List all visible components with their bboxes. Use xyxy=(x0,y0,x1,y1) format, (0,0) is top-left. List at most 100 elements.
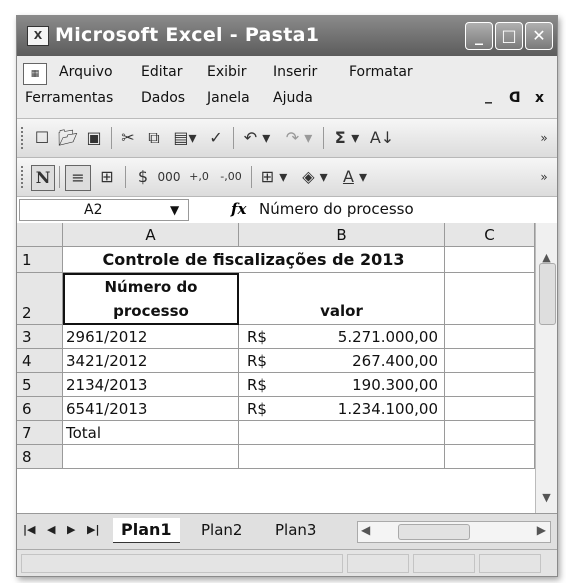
document-icon[interactable]: ▦ xyxy=(23,63,47,85)
fx-icon[interactable]: fx xyxy=(231,200,246,218)
row-header[interactable]: 7 xyxy=(17,421,63,445)
toolbar-options-icon[interactable]: » xyxy=(537,165,551,189)
cell[interactable] xyxy=(239,445,445,469)
total-label-cell[interactable]: Total xyxy=(63,421,239,445)
cell[interactable] xyxy=(445,247,535,273)
save-icon[interactable]: ▣ xyxy=(83,126,105,150)
currency-label: R$ xyxy=(247,400,267,418)
tab-plan1[interactable]: Plan1 xyxy=(113,518,180,543)
status-segment xyxy=(21,554,343,573)
menu-arquivo[interactable]: Arquivo xyxy=(59,64,113,80)
doc-close-button[interactable]: x xyxy=(535,90,544,106)
bold-icon[interactable]: N xyxy=(31,165,55,191)
fill-color-icon[interactable]: ◈ ▾ xyxy=(297,165,333,189)
name-box[interactable]: A2 ▼ xyxy=(19,199,189,221)
cell[interactable] xyxy=(445,373,535,397)
select-all-corner[interactable] xyxy=(17,223,63,247)
scroll-left-icon[interactable]: ◀ xyxy=(361,523,370,537)
row-header[interactable]: 2 xyxy=(17,273,63,325)
column-header-c[interactable]: C xyxy=(445,223,535,247)
close-icon[interactable]: ✕ xyxy=(525,22,553,50)
scroll-thumb[interactable] xyxy=(539,263,556,325)
formula-content[interactable]: Número do processo xyxy=(259,200,414,218)
autosum-icon[interactable]: Σ ▾ xyxy=(329,126,365,150)
align-center-icon[interactable]: ≡ xyxy=(65,165,91,191)
toolbar-grip[interactable] xyxy=(21,127,26,149)
selected-cell-a2[interactable]: Número do processo xyxy=(63,273,239,325)
merge-center-icon[interactable]: ⊞ xyxy=(95,165,119,189)
cell[interactable] xyxy=(445,397,535,421)
last-sheet-icon[interactable]: ▶| xyxy=(87,523,99,536)
horizontal-scrollbar[interactable]: ◀ ▶ xyxy=(357,521,551,543)
cell[interactable] xyxy=(445,273,535,325)
increase-decimal-icon[interactable]: +,0 xyxy=(185,165,213,189)
processo-cell[interactable]: 2134/2013 xyxy=(63,373,239,397)
valor-cell[interactable]: R$ 5.271.000,00 xyxy=(239,325,445,349)
cell[interactable] xyxy=(445,349,535,373)
column-header-b[interactable]: B xyxy=(239,223,445,247)
row-header[interactable]: 1 xyxy=(17,247,63,273)
new-icon[interactable]: ☐ xyxy=(31,126,53,150)
vertical-scrollbar[interactable]: ▲ ▼ xyxy=(535,223,557,513)
menu-inserir[interactable]: Inserir xyxy=(273,64,317,80)
hscroll-thumb[interactable] xyxy=(398,524,470,540)
menu-editar[interactable]: Editar xyxy=(141,64,182,80)
first-sheet-icon[interactable]: |◀ xyxy=(23,523,35,536)
scroll-down-icon[interactable]: ▼ xyxy=(538,489,555,506)
excel-icon[interactable]: X xyxy=(27,26,49,46)
font-color-icon[interactable]: A ▾ xyxy=(337,165,373,189)
menu-ajuda[interactable]: Ajuda xyxy=(273,90,313,106)
format-painter-icon[interactable]: ✓ xyxy=(205,126,227,150)
valor-amount: 190.300,00 xyxy=(352,376,438,394)
undo-icon[interactable]: ↶ ▾ xyxy=(239,126,275,150)
cell[interactable] xyxy=(63,445,239,469)
processo-cell[interactable]: 6541/2013 xyxy=(63,397,239,421)
cell[interactable] xyxy=(445,421,535,445)
doc-minimize-button[interactable]: _ xyxy=(485,88,492,104)
cell[interactable] xyxy=(445,325,535,349)
cut-icon[interactable]: ✂ xyxy=(117,126,139,150)
valor-cell[interactable]: R$ 267.400,00 xyxy=(239,349,445,373)
tab-plan3[interactable]: Plan3 xyxy=(269,518,343,542)
title-cell[interactable]: Controle de fiscalizações de 2013 xyxy=(63,247,445,273)
processo-cell[interactable]: 2961/2012 xyxy=(63,325,239,349)
processo-cell[interactable]: 3421/2012 xyxy=(63,349,239,373)
next-sheet-icon[interactable]: ▶ xyxy=(67,523,75,536)
row-header[interactable]: 6 xyxy=(17,397,63,421)
maximize-icon[interactable]: □ xyxy=(495,22,523,50)
row-header[interactable]: 5 xyxy=(17,373,63,397)
menu-formatar[interactable]: Formatar xyxy=(349,64,413,80)
separator xyxy=(59,166,60,188)
paste-icon[interactable]: ▤▾ xyxy=(169,126,201,150)
scroll-right-icon[interactable]: ▶ xyxy=(537,523,546,537)
total-value-cell[interactable] xyxy=(239,421,445,445)
currency-icon[interactable]: $ xyxy=(131,165,155,189)
separator xyxy=(125,166,126,188)
copy-icon[interactable]: ⧉ xyxy=(143,126,165,150)
row-header[interactable]: 3 xyxy=(17,325,63,349)
decrease-decimal-icon[interactable]: -,00 xyxy=(217,165,245,189)
valor-cell[interactable]: R$ 190.300,00 xyxy=(239,373,445,397)
menu-exibir[interactable]: Exibir xyxy=(207,64,247,80)
column-header-a[interactable]: A xyxy=(63,223,239,247)
row-header[interactable]: 8 xyxy=(17,445,63,469)
minimize-icon[interactable]: _ xyxy=(465,22,493,50)
header-valor[interactable]: valor xyxy=(239,273,445,325)
menu-dados[interactable]: Dados xyxy=(141,90,185,106)
sort-ascending-icon[interactable]: A↓ xyxy=(369,126,395,150)
row-header[interactable]: 4 xyxy=(17,349,63,373)
cell[interactable] xyxy=(445,445,535,469)
doc-restore-button[interactable]: ᗡ xyxy=(509,90,521,106)
menu-ferramentas[interactable]: Ferramentas xyxy=(25,90,113,106)
toolbar-grip[interactable] xyxy=(21,166,26,188)
open-icon[interactable]: 📂︎ xyxy=(57,126,79,150)
chevron-down-icon[interactable]: ▼ xyxy=(170,200,179,220)
borders-icon[interactable]: ⊞ ▾ xyxy=(257,165,291,189)
redo-icon[interactable]: ↷ ▾ xyxy=(281,126,317,150)
percent-style-icon[interactable]: 000 xyxy=(157,165,181,189)
valor-cell[interactable]: R$ 1.234.100,00 xyxy=(239,397,445,421)
prev-sheet-icon[interactable]: ◀ xyxy=(47,523,55,536)
tab-plan2[interactable]: Plan2 xyxy=(195,518,248,542)
toolbar-options-icon[interactable]: » xyxy=(537,126,551,150)
menu-janela[interactable]: Janela xyxy=(207,90,250,106)
